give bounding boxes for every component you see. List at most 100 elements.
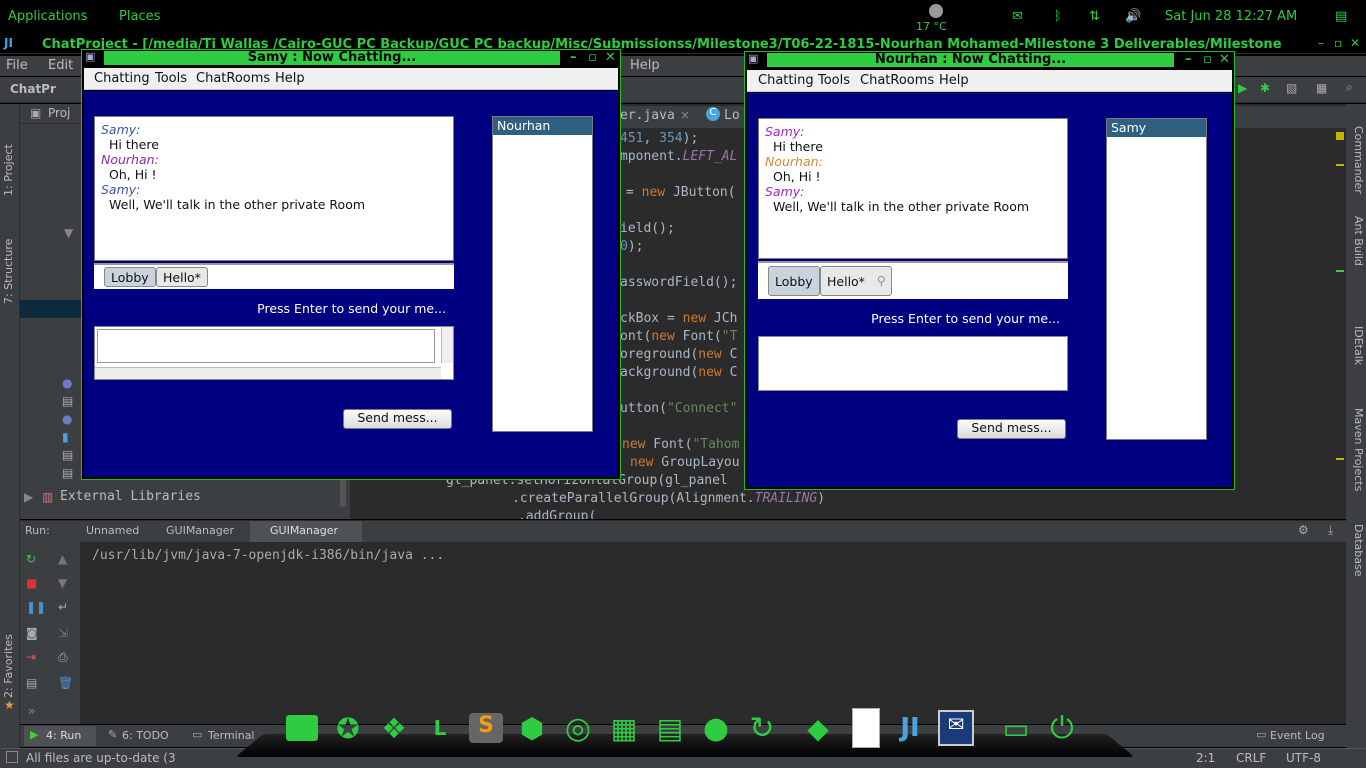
structure-icon[interactable]: ▦ [1316, 81, 1327, 95]
chat-icon[interactable]: ✉ [938, 710, 974, 746]
terminal-tool-tab[interactable]: Terminal [208, 729, 255, 742]
maximize-icon[interactable]: ▫ [588, 50, 597, 65]
run-icon[interactable]: ▶ [1238, 81, 1247, 95]
minimize-icon[interactable]: – [570, 50, 577, 65]
menu-tools[interactable]: Tools [155, 71, 187, 86]
file-encoding[interactable]: UTF-8 [1286, 751, 1321, 765]
event-log-tab[interactable]: Event Log [1270, 729, 1325, 742]
mail-icon[interactable]: ✉ [1012, 9, 1023, 24]
marker[interactable] [1336, 164, 1344, 166]
clock[interactable]: Sat Jun 28 12:27 AM [1165, 9, 1297, 24]
run-tab-guimanager-active[interactable]: GUIManager [270, 524, 338, 537]
status-toggle-icon[interactable] [6, 751, 18, 763]
tree-expand-icon[interactable]: ▶ [24, 490, 33, 504]
dump-icon[interactable]: ◙ [26, 626, 38, 640]
wrap-icon[interactable]: ↵ [58, 600, 68, 614]
star-icon[interactable]: ★ [4, 698, 15, 712]
structure-tool-tab[interactable]: 7: Structure [2, 234, 18, 304]
intellij-icon[interactable]: JI [892, 710, 928, 746]
send-message-button[interactable]: Send mess... [957, 419, 1066, 439]
network-icon[interactable]: ⇅ [1089, 9, 1100, 24]
window-menu-icon[interactable]: ▣ [748, 52, 758, 65]
screen-icon[interactable]: ▭ [998, 710, 1034, 746]
globe-icon[interactable]: ● [698, 710, 734, 746]
tree-toggle-icon[interactable]: ▼ [64, 226, 73, 240]
menu-help[interactable]: Help [275, 71, 305, 86]
refresh-icon[interactable]: ↻ [744, 710, 780, 746]
power-icon[interactable]: ⏻ [1044, 710, 1080, 746]
up-icon[interactable]: ▲ [58, 552, 67, 566]
menu-chatrooms[interactable]: ChatRooms [196, 71, 270, 86]
run-tab-unnamed[interactable]: Unnamed [86, 524, 139, 537]
close-icon[interactable]: ✕ [1350, 36, 1360, 50]
ant-build-tool-tab[interactable]: Ant Build [1349, 216, 1365, 286]
maximize-icon[interactable]: ▫ [1203, 52, 1212, 67]
marker[interactable] [1336, 270, 1344, 272]
tag-icon[interactable]: ◆ [800, 710, 836, 746]
maven-tool-tab[interactable]: Maven Projects [1349, 408, 1365, 508]
message-textarea[interactable] [97, 329, 435, 363]
project-tab[interactable]: Proj [48, 106, 70, 120]
horizontal-scrollbar[interactable] [95, 367, 441, 379]
vertical-scrollbar[interactable] [441, 327, 453, 363]
line-separator[interactable]: CRLF [1236, 751, 1266, 765]
minimize-icon[interactable]: – [1185, 52, 1192, 67]
chat-history[interactable]: Samy: Hi there Nourhan: Oh, Hi ! Samy: W… [758, 118, 1068, 259]
stop-icon[interactable]: ■ [26, 576, 37, 590]
menu-tools[interactable]: Tools [818, 73, 850, 88]
text-file-icon[interactable] [848, 708, 884, 748]
close-tab-icon[interactable]: × [680, 108, 690, 122]
maximize-icon[interactable]: ▫ [1334, 36, 1342, 50]
window-menu-icon[interactable]: ▣ [85, 50, 95, 63]
editor-tab[interactable]: Lo [724, 108, 740, 123]
project-scrollbar[interactable] [340, 479, 346, 507]
settings-gear-icon[interactable]: ⚙ [1298, 523, 1309, 537]
search-icon[interactable]: ⌕ [1346, 80, 1353, 95]
tab-lobby[interactable]: Lobby [768, 266, 820, 296]
todo-tool-tab[interactable]: 6: TODO [122, 729, 169, 742]
chrome-icon[interactable]: ◎ [560, 710, 596, 746]
chat-history[interactable]: Samy: Hi there Nourhan: Oh, Hi ! Samy: W… [94, 116, 454, 261]
editor-tab[interactable]: er.java [620, 108, 675, 123]
hide-panel-icon[interactable]: ⤓ [1328, 523, 1333, 538]
user-list[interactable]: Samy [1106, 118, 1207, 440]
commander-tool-tab[interactable]: Commander [1349, 126, 1365, 206]
breadcrumb-project[interactable]: ChatPr [10, 82, 56, 96]
message-input[interactable] [94, 326, 454, 380]
idetalk-tool-tab[interactable]: IDEtalk [1349, 326, 1365, 386]
bluetooth-icon[interactable]: ᛒ [1054, 9, 1062, 24]
more-icon[interactable]: » [28, 704, 35, 718]
favorites-tool-tab[interactable]: 2: Favorites [2, 622, 18, 698]
run-tab-guimanager[interactable]: GUIManager [166, 524, 234, 537]
trash-icon[interactable]: 🗑 [58, 676, 73, 690]
debug-icon[interactable]: ✱ [1260, 81, 1270, 95]
applications-menu[interactable]: Applications [8, 9, 87, 24]
menu-help[interactable]: Help [939, 73, 969, 88]
user-menu-icon[interactable]: ▤ [1335, 9, 1347, 24]
down-icon[interactable]: ▼ [58, 576, 67, 590]
menu-help[interactable]: Help [630, 58, 660, 73]
user-list-item[interactable]: Nourhan [493, 117, 592, 135]
menu-file[interactable]: File [6, 58, 28, 73]
coverage-icon[interactable]: ▧ [1286, 81, 1297, 95]
run-console[interactable]: /usr/lib/jvm/java-7-openjdk-i386/bin/jav… [20, 542, 1346, 724]
tab-hello[interactable]: Hello* ⚲ [820, 266, 892, 296]
chat-window-titlebar[interactable]: ▣ Nourhan : Now Chatting... – ▫ ✕ [745, 52, 1234, 68]
virtualbox-icon[interactable]: ⬢ [514, 710, 550, 746]
pause-icon[interactable]: ❚❚ [26, 600, 46, 614]
print-icon[interactable]: ⎙ [58, 650, 68, 665]
chat-window-titlebar[interactable]: ▣ Samy : Now Chatting... – ▫ ✕ [82, 50, 620, 66]
database-tool-tab[interactable]: Database [1349, 524, 1365, 594]
message-input[interactable] [758, 336, 1068, 391]
marker[interactable] [1336, 458, 1344, 460]
places-menu[interactable]: Places [119, 9, 160, 24]
scroll-end-icon[interactable]: ⇲ [58, 626, 68, 640]
external-libraries[interactable]: External Libraries [60, 489, 201, 504]
close-icon[interactable]: ✕ [605, 50, 616, 65]
user-list[interactable]: Nourhan [492, 116, 593, 432]
run-tool-tab[interactable]: 4: Run [46, 729, 81, 742]
document-icon[interactable]: ▤ [652, 710, 688, 746]
terminal-icon[interactable] [284, 710, 320, 746]
send-message-button[interactable]: Send mess... [343, 409, 452, 429]
volume-icon[interactable]: 🔊 [1125, 9, 1141, 24]
